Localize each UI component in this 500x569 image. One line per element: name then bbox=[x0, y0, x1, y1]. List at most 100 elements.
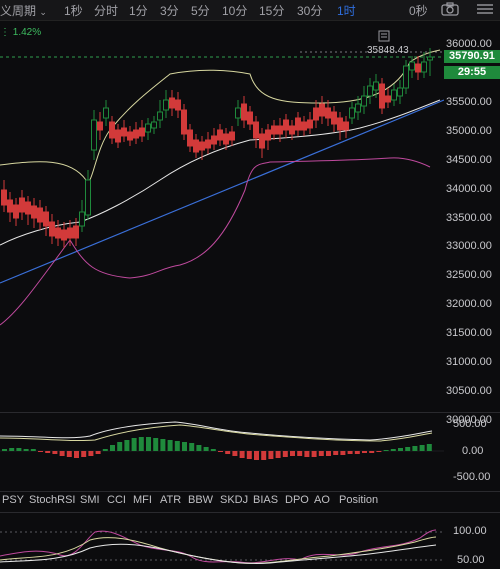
macd-bar bbox=[232, 451, 238, 456]
candle-body bbox=[289, 125, 295, 135]
interval-3m[interactable]: 3分 bbox=[160, 2, 179, 19]
candle-body bbox=[349, 107, 355, 119]
candle-body bbox=[403, 65, 409, 89]
candle-body bbox=[25, 201, 31, 215]
macd-chart[interactable] bbox=[0, 414, 444, 492]
stoch-j-line bbox=[0, 543, 437, 564]
macd-bar bbox=[419, 445, 425, 451]
candle-body bbox=[211, 135, 217, 145]
tab-stochrsi[interactable]: StochRSI bbox=[29, 494, 75, 506]
candle-body bbox=[31, 205, 37, 219]
candle-body bbox=[97, 121, 103, 131]
tab-position[interactable]: Position bbox=[339, 494, 378, 506]
price-tick: 34500.00 bbox=[446, 154, 492, 166]
interval-1h[interactable]: 1时 bbox=[337, 2, 356, 19]
price-tick: 35000.00 bbox=[446, 125, 492, 137]
candle-body bbox=[43, 211, 49, 227]
macd-bar bbox=[203, 447, 209, 451]
tab-skdj[interactable]: SKDJ bbox=[220, 494, 248, 506]
tab-bbw[interactable]: BBW bbox=[188, 494, 213, 506]
macd-bar bbox=[138, 437, 144, 451]
macd-bar bbox=[311, 451, 317, 457]
candle-body bbox=[271, 125, 277, 135]
more-menu-button[interactable] bbox=[474, 1, 496, 17]
tab-smi[interactable]: SMI bbox=[80, 494, 100, 506]
candle-body bbox=[235, 107, 241, 119]
macd-bar bbox=[174, 441, 180, 451]
countdown-label: 0秒 bbox=[409, 4, 428, 18]
camera-icon bbox=[441, 2, 459, 16]
candle-body bbox=[397, 87, 403, 97]
candle-body bbox=[313, 107, 319, 121]
macd-bar bbox=[88, 451, 94, 456]
tab-cci[interactable]: CCI bbox=[107, 494, 126, 506]
candle-body bbox=[163, 99, 169, 111]
candle-body bbox=[247, 111, 253, 125]
candle-body bbox=[355, 103, 361, 113]
candle-body bbox=[343, 121, 349, 131]
chevron-down-icon: ⌄ bbox=[39, 7, 47, 17]
interval-30m[interactable]: 30分 bbox=[297, 2, 322, 19]
candle-body bbox=[67, 227, 73, 239]
macd-tick: 500.00 bbox=[453, 418, 487, 430]
tab-atr[interactable]: ATR bbox=[160, 494, 181, 506]
macd-bar bbox=[117, 442, 123, 451]
tab-psy[interactable]: PSY bbox=[2, 494, 24, 506]
tab-bias[interactable]: BIAS bbox=[253, 494, 278, 506]
candle-body bbox=[115, 129, 121, 143]
candle-body bbox=[385, 95, 391, 103]
tab-mfi[interactable]: MFI bbox=[133, 494, 152, 506]
macd-bar bbox=[102, 449, 108, 451]
candle-body bbox=[307, 119, 313, 129]
macd-bar bbox=[412, 446, 418, 451]
candle-body bbox=[391, 89, 397, 101]
macd-bar bbox=[189, 443, 195, 451]
interval-15m[interactable]: 15分 bbox=[259, 2, 284, 19]
candle-body bbox=[61, 229, 67, 241]
candle-body bbox=[79, 211, 85, 227]
candle-body bbox=[409, 61, 415, 71]
panel-divider bbox=[0, 491, 500, 492]
candle-body bbox=[13, 204, 19, 219]
macd-bar bbox=[23, 449, 29, 451]
price-tick: 34000.00 bbox=[446, 183, 492, 195]
macd-bar bbox=[196, 445, 202, 451]
macd-bar bbox=[254, 451, 259, 460]
alert-icon[interactable] bbox=[378, 30, 390, 42]
candle-body bbox=[187, 129, 193, 147]
boll-upper bbox=[0, 49, 441, 183]
candlestick-chart[interactable] bbox=[0, 20, 444, 410]
candle-body bbox=[217, 129, 223, 141]
price-tick: 33000.00 bbox=[446, 240, 492, 252]
macd-bar bbox=[304, 451, 310, 457]
interval-5m[interactable]: 5分 bbox=[191, 2, 210, 19]
interval-1m[interactable]: 1分 bbox=[129, 2, 148, 19]
candle-body bbox=[277, 125, 283, 135]
interval-10m[interactable]: 10分 bbox=[222, 2, 247, 19]
macd-bar bbox=[182, 442, 187, 451]
price-tick: 32500.00 bbox=[446, 269, 492, 281]
stoch-chart[interactable] bbox=[0, 514, 444, 569]
candle-body bbox=[337, 117, 343, 131]
tab-ao[interactable]: AO bbox=[314, 494, 330, 506]
macd-bar bbox=[52, 451, 58, 454]
candle-body bbox=[361, 95, 367, 107]
interval-timeshare[interactable]: 分时 bbox=[94, 2, 118, 19]
candle-body bbox=[283, 119, 289, 131]
candle-body bbox=[253, 121, 259, 139]
macd-bar bbox=[110, 445, 115, 451]
tab-dpo[interactable]: DPO bbox=[285, 494, 309, 506]
candle-body bbox=[373, 81, 379, 91]
interval-1s[interactable]: 1秒 bbox=[64, 2, 83, 19]
macd-bar bbox=[347, 451, 353, 454]
stoch-tick: 100.00 bbox=[453, 525, 487, 537]
macd-bar bbox=[16, 448, 22, 451]
macd-bar bbox=[239, 451, 245, 458]
candle-body bbox=[133, 129, 139, 139]
boll-middle bbox=[0, 99, 441, 246]
macd-bar bbox=[38, 451, 43, 452]
candle-body bbox=[7, 199, 13, 213]
panel-divider bbox=[0, 512, 500, 513]
custom-period-dropdown[interactable]: 定义周期 ⌄ bbox=[0, 2, 47, 19]
screenshot-button[interactable] bbox=[440, 1, 460, 17]
